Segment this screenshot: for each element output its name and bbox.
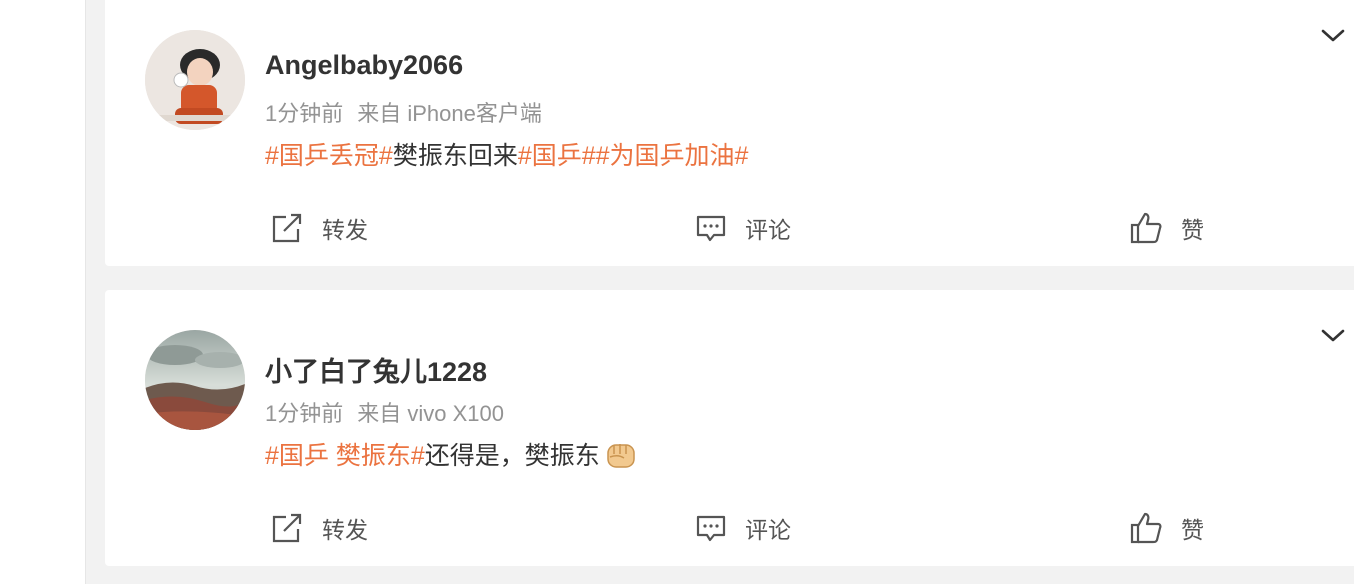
like-icon — [1130, 512, 1162, 544]
repost-label: 转发 — [322, 217, 368, 243]
like-label: 赞 — [1181, 217, 1204, 243]
post-card: 小了白了兔儿1228 1分钟前 来自 vivo X100 #国乒 樊振东#还得是，… — [105, 290, 1354, 566]
hashtag[interactable]: #国乒##为国乒加油# — [518, 142, 749, 170]
comment-button[interactable]: 评论 — [695, 508, 791, 548]
author-name[interactable]: Angelbaby2066 — [265, 50, 463, 81]
repost-label: 转发 — [322, 517, 368, 543]
post-time[interactable]: 1分钟前 — [265, 401, 343, 426]
post-content: #国乒丢冠#樊振东回来#国乒##为国乒加油# — [265, 136, 748, 172]
post-meta: 1分钟前 来自 iPhone客户端 — [265, 96, 542, 128]
action-bar: 转发 评论 赞 — [105, 208, 1354, 248]
hashtag[interactable]: #国乒丢冠# — [265, 142, 393, 170]
post-text: 还得是，樊振东 — [424, 442, 600, 470]
hashtag[interactable]: #国乒 樊振东# — [265, 442, 425, 470]
like-label: 赞 — [1181, 517, 1204, 543]
repost-button[interactable]: 转发 — [270, 508, 368, 548]
left-sidebar — [0, 0, 86, 584]
avatar[interactable] — [145, 30, 245, 130]
post-meta: 1分钟前 来自 vivo X100 — [265, 396, 504, 428]
fist-emoji-icon — [607, 444, 635, 468]
action-bar: 转发 评论 赞 — [105, 508, 1354, 548]
comment-label: 评论 — [745, 217, 791, 243]
chevron-down-icon[interactable] — [1320, 25, 1346, 45]
like-icon — [1130, 212, 1162, 244]
like-button[interactable]: 赞 — [1129, 508, 1204, 548]
repost-button[interactable]: 转发 — [270, 208, 368, 248]
repost-icon — [272, 513, 302, 543]
comment-label: 评论 — [745, 517, 791, 543]
post-source: 来自 vivo X100 — [357, 401, 504, 426]
comment-icon — [696, 515, 726, 542]
like-button[interactable]: 赞 — [1129, 208, 1204, 248]
comment-button[interactable]: 评论 — [695, 208, 791, 248]
comment-icon — [696, 215, 726, 242]
post-content: #国乒 樊振东#还得是，樊振东 — [265, 436, 638, 472]
chevron-down-icon[interactable] — [1320, 325, 1346, 345]
author-name[interactable]: 小了白了兔儿1228 — [265, 350, 487, 389]
repost-icon — [272, 213, 302, 243]
post-card: Angelbaby2066 1分钟前 来自 iPhone客户端 #国乒丢冠#樊振东… — [105, 0, 1354, 266]
post-source: 来自 iPhone客户端 — [357, 101, 542, 126]
post-text: 樊振东回来 — [392, 142, 518, 170]
avatar[interactable] — [145, 330, 245, 430]
post-time[interactable]: 1分钟前 — [265, 101, 343, 126]
